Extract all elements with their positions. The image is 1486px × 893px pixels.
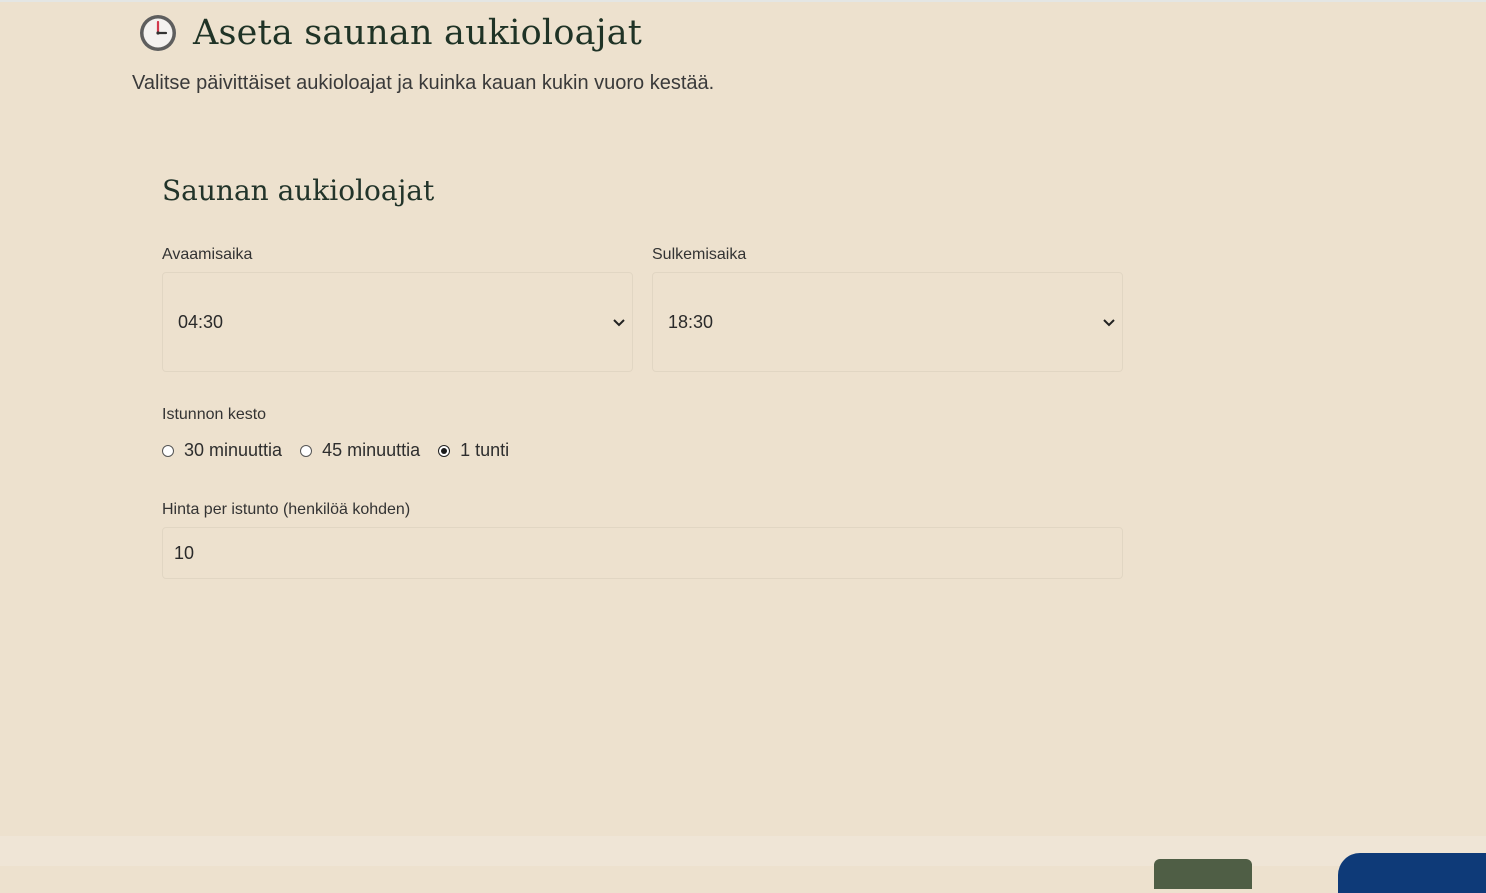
radio-option-45-min[interactable]: 45 minuuttia [300,440,420,461]
radio-label: 45 minuuttia [322,440,421,460]
price-input[interactable]: 10 [162,527,1123,579]
radio-option-30-min[interactable]: 30 minuuttia [162,440,282,461]
radio-label: 30 minuuttia [184,440,283,460]
price-input-value: 10 [174,542,195,563]
opening-time-select[interactable]: 04:30 [162,272,633,372]
radio-button[interactable] [162,444,174,457]
next-button[interactable] [1338,853,1486,893]
section-title: Saunan aukioloajat [162,174,435,207]
page-title: Aseta saunan aukioloajat [193,13,643,53]
radio-button-selected[interactable] [438,444,451,457]
closing-time-select[interactable]: 18:30 [652,272,1123,372]
footer-bar [0,836,1486,866]
opening-time-label: Avaamisaika [162,246,253,263]
opening-time-value: 04:30 [178,311,224,332]
session-length-radio-group: 30 minuuttia 45 minuuttia 1 tunti [162,440,509,461]
chevron-down-icon [612,315,626,329]
page-subtitle: Valitse päivittäiset aukioloajat ja kuin… [132,72,715,94]
closing-time-value: 18:30 [668,311,714,332]
top-border [0,0,1486,2]
session-length-label: Istunnon kesto [162,406,267,423]
clock-icon [137,12,179,54]
page-header: Aseta saunan aukioloajat [137,12,642,54]
radio-button[interactable] [300,444,313,457]
radio-option-1-hour[interactable]: 1 tunti [438,440,509,461]
radio-label: 1 tunti [460,440,510,460]
back-button[interactable] [1154,859,1252,889]
chevron-down-icon [1102,315,1116,329]
price-label: Hinta per istunto (henkilöä kohden) [162,501,411,518]
closing-time-label: Sulkemisaika [652,246,747,263]
